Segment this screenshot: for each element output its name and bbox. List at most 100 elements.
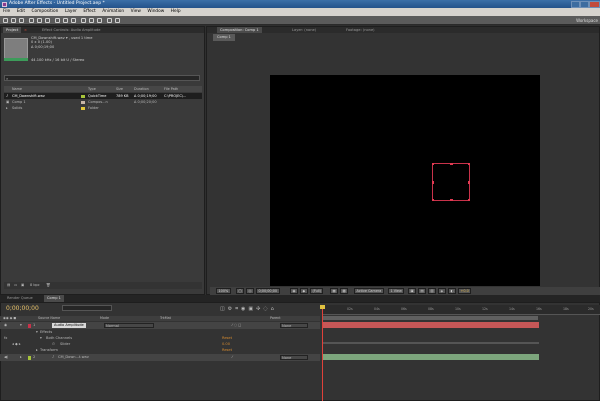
safe-margins-icon[interactable]: ▢ (236, 288, 245, 294)
col-filepath[interactable]: File Path (164, 86, 178, 92)
show-channel-icon[interactable]: ◆ (300, 288, 308, 294)
exposure-value[interactable]: +0.0 (458, 288, 472, 294)
rotate-tool-icon[interactable] (29, 17, 34, 23)
col-name[interactable]: Name (12, 86, 22, 92)
transform-handle[interactable] (431, 162, 434, 165)
text-tool-icon[interactable] (71, 17, 76, 23)
project-item-row[interactable]: ▸ Solids Folder (4, 105, 202, 111)
trash-icon[interactable]: 🗑 (46, 282, 50, 289)
tab-layer[interactable]: Layer: (none) (289, 27, 319, 33)
layer-duration-bar[interactable] (323, 322, 539, 328)
hand-tool-icon[interactable] (11, 17, 16, 23)
new-folder-icon[interactable]: ▭ (14, 282, 17, 289)
tab-composition[interactable]: Composition: Comp 1 (217, 27, 262, 33)
tab-footage[interactable]: Footage: (none) (343, 27, 378, 33)
layer-row[interactable]: ◀) ▸ 2 ♪ CM_Down...t.wav ⁄ None (0, 354, 320, 361)
timeline-icon[interactable]: ▥ (428, 288, 437, 294)
maximize-button[interactable] (580, 0, 589, 8)
transform-handle[interactable] (468, 199, 471, 202)
transform-handle[interactable] (431, 181, 434, 184)
pan-behind-tool-icon[interactable] (45, 17, 50, 23)
transform-handle[interactable] (468, 181, 471, 184)
puppet-pin-tool-icon[interactable] (115, 17, 120, 23)
selection-tool-icon[interactable] (3, 17, 8, 23)
layer-bounding-box[interactable] (431, 162, 471, 202)
current-time-display[interactable]: 0;00;00;00 (256, 288, 280, 294)
audio-speaker-icon[interactable]: ◀) (4, 354, 8, 361)
col-type[interactable]: Type (88, 86, 96, 92)
camera-tool-icon[interactable] (37, 17, 42, 23)
col-source-name[interactable]: Source Name (38, 316, 60, 321)
work-area-bar[interactable] (322, 316, 538, 320)
comp-breadcrumb-tab[interactable]: Comp 1 (213, 34, 235, 41)
transform-expand-icon[interactable]: ▸ (36, 347, 38, 354)
close-tab-icon[interactable]: × (21, 27, 30, 33)
parent-dropdown[interactable]: None (280, 355, 308, 360)
layer-row[interactable]: ◉ ▾ 1 Audio Amplitude Normal ⁄ ◌ ▢ None (0, 322, 320, 329)
col-size[interactable]: Size (116, 86, 123, 92)
tab-timeline-comp[interactable]: Comp 1 (44, 295, 64, 302)
resolution-dropdown[interactable]: (Full) (310, 288, 324, 294)
workspace-label[interactable]: Workspace (576, 18, 598, 23)
snapshot-icon[interactable]: ◎ (246, 288, 254, 294)
new-comp-icon[interactable]: ▣ (21, 282, 24, 289)
menu-window[interactable]: Window (147, 8, 164, 16)
composition-viewer[interactable] (270, 75, 540, 286)
transparency-grid-icon[interactable]: ▩ (340, 288, 349, 294)
roto-brush-tool-icon[interactable] (107, 17, 112, 23)
zoom-dropdown[interactable]: 100% (216, 288, 231, 294)
blend-mode-dropdown[interactable]: Normal (104, 323, 154, 328)
interpret-footage-icon[interactable]: ▤ (7, 282, 10, 289)
tab-effect-controls[interactable]: Effect Controls: Audio Amplitude (39, 27, 103, 33)
view-layout-dropdown[interactable]: 1 View (388, 288, 405, 294)
col-parent[interactable]: Parent (270, 316, 281, 321)
label-color-swatch[interactable] (28, 323, 31, 328)
layer-duration-bar[interactable] (323, 354, 539, 360)
time-ruler[interactable]: 02s 04s 06s 08s 10s 12s 14s 16s 18s 20s (322, 305, 600, 315)
menu-effect[interactable]: Effect (83, 8, 95, 16)
pen-tool-icon[interactable] (63, 17, 68, 23)
timeline-switch-icons[interactable]: ◫⚙⌗◉▣✣◌⌂ (220, 306, 315, 312)
transform-handle[interactable] (450, 162, 453, 165)
label-color-swatch[interactable] (28, 355, 31, 360)
visibility-eye-icon[interactable]: ◉ (4, 322, 7, 329)
label-color-swatch[interactable] (81, 94, 85, 98)
transform-group-row[interactable]: ▸ Transform Reset (0, 347, 320, 354)
clone-stamp-tool-icon[interactable] (89, 17, 94, 23)
playhead-handle[interactable] (320, 305, 325, 309)
col-trkmat[interactable]: TrkMat (160, 316, 171, 321)
label-color-swatch[interactable] (81, 100, 85, 104)
region-of-interest-icon[interactable]: ▦ (330, 288, 339, 294)
brush-tool-icon[interactable] (81, 17, 86, 23)
label-color-swatch[interactable] (81, 106, 85, 110)
transform-handle[interactable] (450, 199, 453, 202)
3d-view-dropdown[interactable]: Active Camera (354, 288, 384, 294)
col-mode[interactable]: Mode (100, 316, 109, 321)
bpc-toggle[interactable]: 8 bpc (30, 282, 40, 289)
project-search-input[interactable]: ⌕ (4, 75, 200, 81)
timeline-search-input[interactable] (62, 305, 112, 311)
fast-previews-icon[interactable]: ▤ (418, 288, 427, 294)
menu-composition[interactable]: Composition (32, 8, 59, 16)
tab-project[interactable]: Project (3, 27, 22, 33)
switches-icon[interactable]: ⁄ (232, 354, 233, 361)
camera-snapshot-icon[interactable]: ◉ (290, 288, 298, 294)
close-button[interactable] (589, 0, 600, 8)
layer-name[interactable]: Audio Amplitude (52, 323, 86, 328)
menu-file[interactable]: File (3, 8, 10, 16)
menu-view[interactable]: View (131, 8, 141, 16)
transform-handle[interactable] (468, 162, 471, 165)
expand-arrow-icon[interactable]: ▸ (20, 354, 22, 361)
timeline-current-time[interactable]: 0;00;00;00 (6, 305, 39, 312)
comp-flowchart-icon[interactable]: ◈ (438, 288, 446, 294)
zoom-tool-icon[interactable] (19, 17, 24, 23)
shy-switch-icon[interactable]: ⁄ ◌ ▢ (232, 322, 241, 329)
tab-render-queue[interactable]: Render Queue (4, 295, 36, 302)
menu-edit[interactable]: Edit (17, 8, 25, 16)
expand-arrow-icon[interactable]: ▾ (20, 322, 22, 329)
parent-dropdown[interactable]: None (280, 323, 308, 328)
current-time-indicator[interactable] (322, 306, 323, 401)
menu-help[interactable]: Help (171, 8, 181, 16)
rectangle-tool-icon[interactable] (55, 17, 60, 23)
reset-exposure-icon[interactable]: ◐ (448, 288, 456, 294)
